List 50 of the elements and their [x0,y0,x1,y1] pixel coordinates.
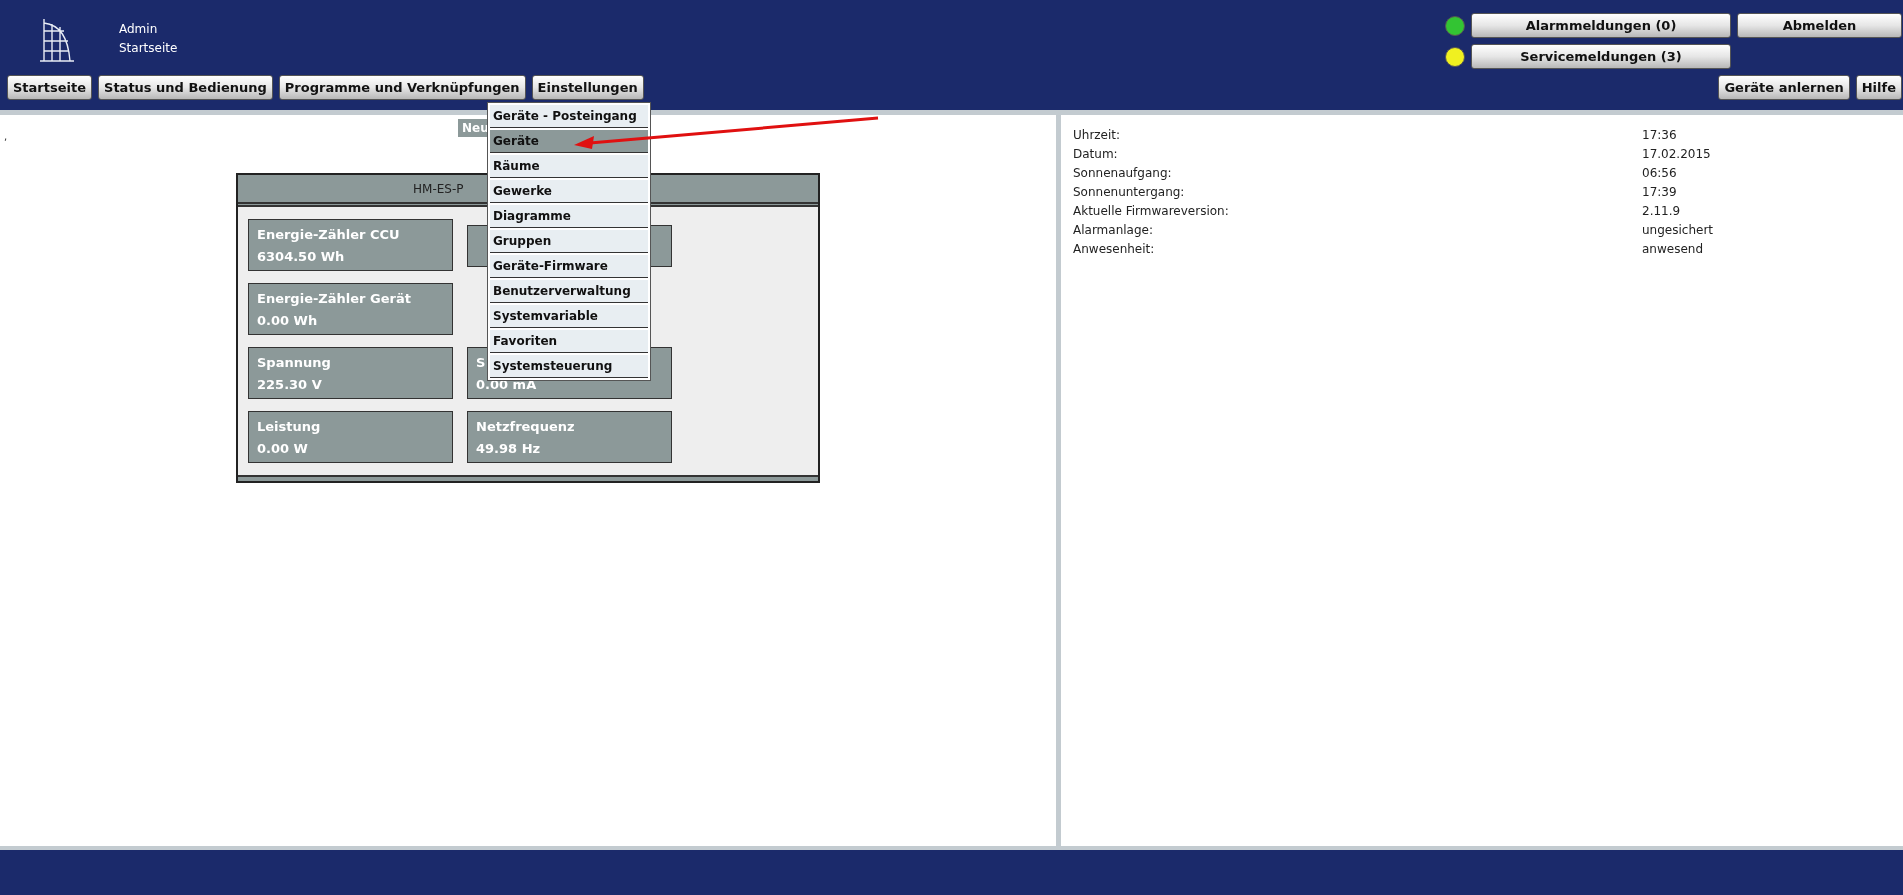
reading-label: Energie-Zähler Gerät [257,290,411,308]
menu-item[interactable]: Gewerke [490,180,648,203]
info-label: Aktuelle Firmwareversion: [1073,202,1230,220]
menu-item[interactable]: Favoriten [490,330,648,353]
info-label: Datum: [1073,145,1119,163]
messages-button[interactable]: Alarmmeldungen (0) [1471,13,1731,38]
menu-item[interactable]: Räume [490,155,648,178]
menu-item[interactable]: Benutzerverwaltung [490,280,648,303]
reading-label: Energie-Zähler CCU [257,226,400,244]
info-label: Uhrzeit: [1073,126,1122,144]
reading-label: Spannung [257,354,331,372]
info-label: Anwesenheit: [1073,240,1156,258]
reading-label: Netzfrequenz [476,418,575,436]
menu-item[interactable]: Geräte [490,130,648,153]
reading-value: 225.30 V [257,375,322,394]
menu-item[interactable]: Gruppen [490,230,648,253]
info-value: ungesichert [1642,221,1714,239]
device-title: HM-ES-P [413,180,464,198]
logout-button[interactable]: Abmelden [1737,13,1902,38]
reading-label: Leistung [257,418,321,436]
mark-text: , [4,130,8,144]
info-value: 17:39 [1642,183,1677,201]
menu-item[interactable]: Systemsteuerung [490,355,648,378]
nav-button[interactable]: Startseite [7,75,93,100]
nav-button[interactable]: Status und Bedienung [98,75,273,100]
nav-button[interactable]: Programme und Verknüpfungen [278,75,526,100]
info-value: 17.02.2015 [1642,145,1711,163]
menu-item[interactable]: Systemvariable [490,305,648,328]
menu-item[interactable]: Diagramme [490,205,648,228]
reading-value: 0.00 Wh [257,311,318,330]
tool-button[interactable]: Geräte anlernen [1718,75,1850,100]
menu-item[interactable]: Geräte-Firmware [490,255,648,278]
reading-value: 6304.50 Wh [257,247,345,266]
reading-value: 0.00 W [257,439,308,458]
reading-label: S [476,354,486,372]
tool-button[interactable]: Hilfe [1855,75,1902,100]
menu-item[interactable]: Geräte - Posteingang [490,105,648,128]
info-value: 06:56 [1642,164,1677,182]
info-label: Alarmanlage: [1073,221,1154,239]
info-value: 2.11.9 [1642,202,1681,220]
info-value: 17:36 [1642,126,1677,144]
messages-button[interactable]: Servicemeldungen (3) [1471,44,1731,69]
info-label: Sonnenuntergang: [1073,183,1186,201]
nav-button[interactable]: Einstellungen [531,75,644,100]
info-label: Sonnenaufgang: [1073,164,1173,182]
reading-value: 49.98 Hz [476,439,541,458]
user-name: Admin [119,21,159,38]
info-value: anwesend [1642,240,1703,258]
page-name: Startseite [119,40,178,57]
logo-icon [38,17,76,63]
